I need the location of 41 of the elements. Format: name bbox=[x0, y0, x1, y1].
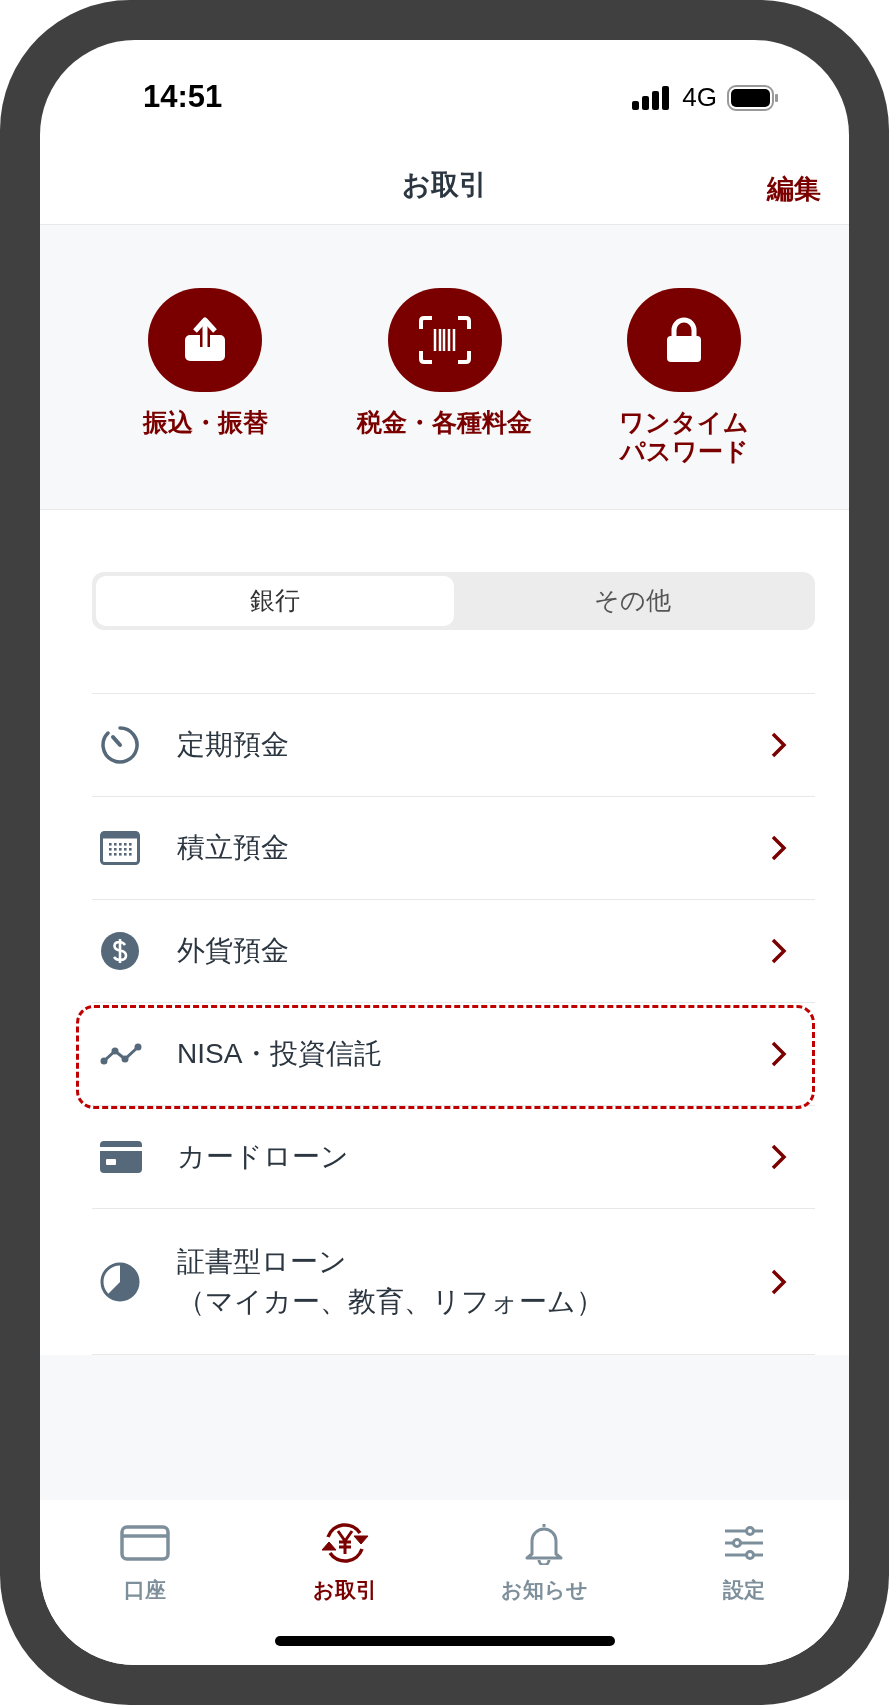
chevron-right-icon bbox=[771, 835, 787, 861]
status-time: 14:51 bbox=[143, 78, 223, 117]
credit-card-icon bbox=[100, 1141, 142, 1173]
menu-item-label: NISA・投資信託 bbox=[177, 1037, 384, 1071]
menu-item-label: 証書型ローン bbox=[177, 1244, 348, 1279]
chevron-right-icon bbox=[771, 938, 787, 964]
chevron-right-icon bbox=[771, 1144, 787, 1170]
menu-item-label: 外貨預金 bbox=[177, 934, 290, 968]
line-chart-icon bbox=[100, 1043, 142, 1065]
pie-chart-icon bbox=[100, 1261, 140, 1302]
menu-item[interactable]: NISA・投資信託 bbox=[92, 1003, 815, 1106]
bell-icon bbox=[524, 1521, 565, 1565]
menu-item-label: 定期預金 bbox=[177, 728, 290, 762]
chevron-right-icon bbox=[771, 732, 787, 758]
quick-action-button[interactable]: 振込・振替 bbox=[100, 288, 310, 509]
quick-action-button[interactable]: ワンタイム パスワード bbox=[579, 288, 789, 509]
card-icon bbox=[120, 1525, 170, 1561]
segment-tab[interactable]: その他 bbox=[453, 576, 811, 626]
menu-item[interactable]: 積立預金 bbox=[92, 797, 815, 900]
timer-icon bbox=[100, 725, 140, 765]
chevron-right-icon bbox=[771, 1268, 787, 1295]
segment-tab[interactable]: 銀行 bbox=[96, 576, 454, 626]
edit-button[interactable]: 編集 bbox=[767, 169, 821, 210]
calendar-icon bbox=[100, 831, 140, 865]
menu-item[interactable]: カードローン bbox=[92, 1106, 815, 1209]
quick-action-button[interactable]: 税金・各種料金 bbox=[339, 288, 550, 509]
menu-item-label: カードローン bbox=[177, 1140, 350, 1174]
battery-icon bbox=[727, 84, 779, 111]
padlock-icon bbox=[665, 317, 703, 363]
chevron-right-icon bbox=[771, 1041, 787, 1067]
upload-icon bbox=[183, 317, 227, 363]
menu-item[interactable]: 外貨預金 bbox=[92, 900, 815, 1003]
dollar-coin-icon bbox=[100, 931, 140, 971]
barcode-scan-icon bbox=[417, 315, 472, 365]
menu-item-sublabel: （マイカー、教育、リフォーム） bbox=[177, 1284, 605, 1319]
page-title: お取引 bbox=[402, 167, 487, 202]
network-label: 4G bbox=[682, 81, 717, 114]
sliders-icon bbox=[723, 1526, 764, 1560]
menu-item-label: 積立預金 bbox=[177, 831, 290, 865]
menu-item[interactable]: 定期預金 bbox=[92, 694, 815, 797]
tab-bar-item[interactable]: お取引 bbox=[279, 1518, 410, 1606]
